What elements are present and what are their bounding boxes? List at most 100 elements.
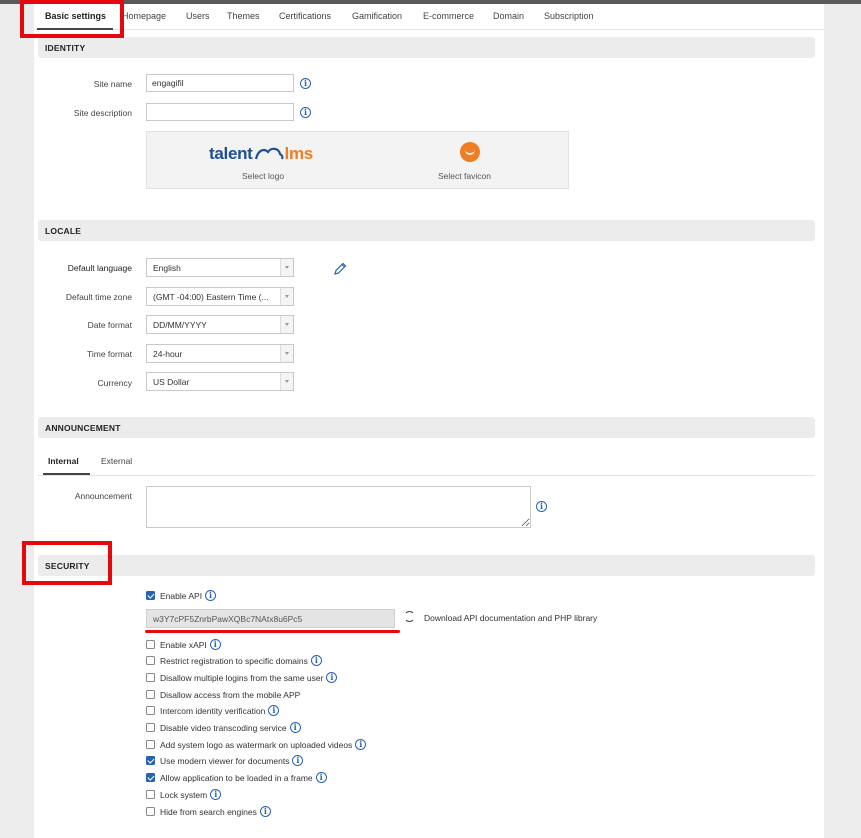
select-favicon-link[interactable]: Select favicon	[438, 171, 491, 181]
site-description-input[interactable]	[146, 103, 294, 121]
time-format-value: 24-hour	[153, 349, 183, 359]
tab-users[interactable]: Users	[186, 11, 210, 21]
info-icon[interactable]: i	[209, 639, 221, 651]
security-option-label: Lock system	[160, 790, 208, 800]
highlight-security-box	[22, 541, 112, 585]
security-option-checkbox[interactable]	[146, 740, 155, 750]
security-section-header: SECURITY	[38, 555, 815, 576]
security-option-checkbox[interactable]	[146, 756, 155, 766]
select-logo-link[interactable]: Select logo	[242, 171, 284, 181]
logo-text-talent: talent	[209, 144, 253, 163]
security-option-label: Allow application to be loaded in a fram…	[160, 773, 313, 783]
info-icon[interactable]: i	[355, 739, 367, 751]
tab-certifications[interactable]: Certifications	[279, 11, 331, 21]
chevron-down-icon	[280, 259, 293, 276]
security-option-row: Allow application to be loaded in a fram…	[146, 772, 327, 787]
date-format-value: DD/MM/YYYY	[153, 320, 207, 330]
security-option-row: Use modern viewer for documents i	[146, 755, 304, 770]
enable-api-option: Enable API i	[146, 590, 217, 605]
security-option-checkbox[interactable]	[146, 690, 155, 700]
announcement-subtabs: Internal External	[38, 450, 815, 476]
download-api-docs-link[interactable]: Download API documentation and PHP libra…	[424, 613, 597, 623]
security-option-row: Add system logo as watermark on uploaded…	[146, 739, 367, 754]
talentlms-logo[interactable]: talent lms	[209, 144, 313, 164]
info-icon[interactable]: i	[292, 755, 304, 767]
favicon-icon[interactable]	[460, 142, 480, 162]
default-time-zone-label: Default time zone	[65, 292, 132, 302]
site-name-input[interactable]	[146, 74, 294, 92]
info-icon[interactable]: i	[326, 672, 338, 684]
tab-e-commerce[interactable]: E-commerce	[423, 11, 474, 21]
default-language-label: Default language	[67, 263, 132, 273]
tab-homepage[interactable]: Homepage	[122, 11, 166, 21]
default-language-select[interactable]: English	[146, 258, 294, 277]
site-description-info-icon[interactable]: i	[300, 107, 311, 118]
site-name-info-icon[interactable]: i	[300, 78, 311, 89]
security-option-checkbox[interactable]	[146, 656, 155, 666]
security-option-row: Hide from search engines i	[146, 806, 271, 821]
active-subtab-underline	[43, 473, 90, 475]
highlight-basic-settings-box	[20, 0, 124, 38]
security-option-checkbox[interactable]	[146, 773, 155, 783]
security-option-checkbox[interactable]	[146, 640, 155, 650]
subtab-internal[interactable]: Internal	[48, 456, 79, 466]
info-icon[interactable]: i	[315, 772, 327, 784]
chevron-down-icon	[280, 288, 293, 305]
settings-tabs: Basic settings Homepage Users Themes Cer…	[34, 4, 824, 30]
logo-text-lms: lms	[284, 144, 314, 163]
info-icon[interactable]: i	[310, 655, 322, 667]
security-option-label: Hide from search engines	[160, 807, 257, 817]
security-option-row: Restrict registration to specific domain…	[146, 655, 322, 670]
announcement-label: Announcement	[74, 491, 132, 501]
chevron-down-icon	[280, 316, 293, 333]
enable-api-info-icon[interactable]: i	[205, 590, 217, 602]
security-option-label: Intercom identity verification	[160, 706, 266, 716]
tab-themes[interactable]: Themes	[227, 11, 260, 21]
enable-api-checkbox[interactable]	[146, 591, 155, 601]
tab-subscription[interactable]: Subscription	[544, 11, 594, 21]
currency-value: US Dollar	[153, 377, 190, 387]
subtab-external[interactable]: External	[101, 456, 132, 466]
security-option-checkbox[interactable]	[146, 706, 155, 716]
info-icon[interactable]: i	[210, 789, 222, 801]
locale-section-header: LOCALE	[38, 220, 815, 241]
info-icon[interactable]: i	[268, 705, 280, 717]
logo-favicon-panel: talent lms Select logo Select favicon	[146, 131, 569, 189]
edit-pencil-icon[interactable]	[333, 262, 347, 276]
announcement-info-icon[interactable]: i	[536, 501, 547, 512]
security-option-checkbox[interactable]	[146, 790, 155, 800]
info-icon[interactable]: i	[289, 722, 301, 734]
security-option-label: Disallow multiple logins from the same u…	[160, 673, 324, 683]
security-option-label: Disable video transcoding service	[160, 723, 287, 733]
settings-page: Basic settings Homepage Users Themes Cer…	[34, 4, 824, 838]
tab-gamification[interactable]: Gamification	[352, 11, 402, 21]
chevron-down-icon	[280, 373, 293, 390]
security-option-label: Restrict registration to specific domain…	[160, 656, 308, 666]
date-format-select[interactable]: DD/MM/YYYY	[146, 315, 294, 334]
security-option-label: Use modern viewer for documents	[160, 756, 290, 766]
default-time-zone-value: (GMT -04:00) Eastern Time (...	[153, 292, 269, 302]
security-option-row: Disallow multiple logins from the same u…	[146, 672, 338, 687]
currency-label: Currency	[97, 378, 132, 388]
announcement-section-header: ANNOUNCEMENT	[38, 417, 815, 438]
security-option-row: Intercom identity verification i	[146, 705, 280, 720]
security-option-label: Disallow access from the mobile APP	[160, 690, 301, 700]
announcement-textarea[interactable]	[146, 486, 531, 528]
tab-domain[interactable]: Domain	[493, 11, 524, 21]
default-language-value: English	[153, 263, 181, 273]
info-icon[interactable]: i	[259, 806, 271, 818]
logo-cloud-icon	[254, 147, 284, 160]
api-key-underline-annotation	[145, 630, 400, 633]
chevron-down-icon	[280, 345, 293, 362]
security-option-checkbox[interactable]	[146, 673, 155, 683]
security-option-label: Enable xAPI	[160, 640, 207, 650]
api-key-field[interactable]: w3Y7cPF5ZnrbPawXQBc7NAtx8u6Pc5	[146, 609, 395, 628]
time-format-select[interactable]: 24-hour	[146, 344, 294, 363]
currency-select[interactable]: US Dollar	[146, 372, 294, 391]
security-option-row: Enable xAPI i	[146, 639, 221, 654]
default-time-zone-select[interactable]: (GMT -04:00) Eastern Time (...	[146, 287, 294, 306]
security-option-checkbox[interactable]	[146, 807, 155, 817]
security-option-checkbox[interactable]	[146, 723, 155, 733]
refresh-icon[interactable]	[404, 611, 415, 622]
security-option-row: Lock system i	[146, 789, 222, 804]
